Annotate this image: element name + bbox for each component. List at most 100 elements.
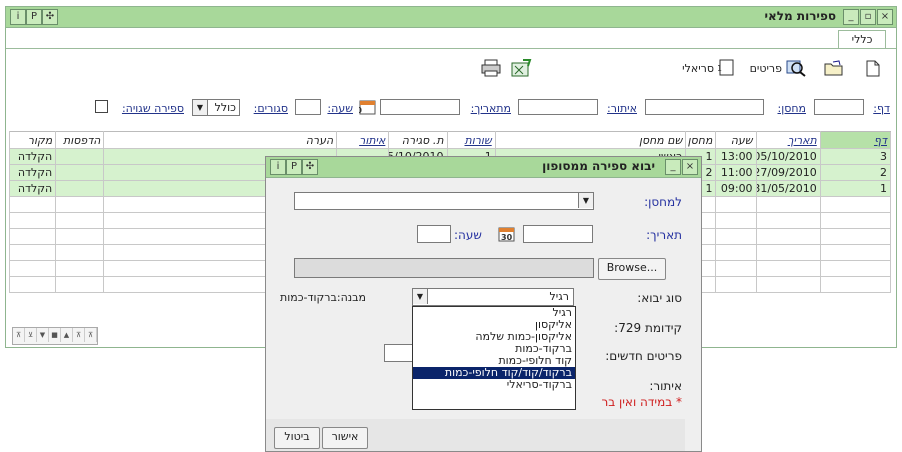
ok-button[interactable]: אישור	[322, 427, 368, 449]
column-header[interactable]: הערה	[103, 131, 338, 149]
file-path-field	[294, 258, 594, 278]
table-header-row: דף תאריך שעה מחסן שם מחסן שורות ת. סגירה…	[8, 131, 892, 149]
column-header[interactable]: דף	[819, 131, 892, 149]
svg-text:30: 30	[359, 106, 362, 115]
calendar-icon[interactable]: 30	[498, 225, 515, 242]
print-button[interactable]: P	[286, 159, 302, 175]
page-input[interactable]	[814, 99, 864, 115]
import-type-value: רגיל	[549, 290, 569, 303]
new-document-icon[interactable]	[866, 57, 880, 79]
barcode-note: * במידה ואין בר	[601, 395, 682, 409]
minimize-button[interactable]: _	[843, 9, 859, 25]
window-titlebar: i P ✣ × ▫ _ ספירות מלאי	[6, 7, 896, 28]
next-row-icon[interactable]: ▼	[37, 328, 49, 342]
serial-icon: 01	[718, 59, 734, 76]
dialog-title: יבוא ספירה ממסופון	[542, 159, 655, 173]
svg-text:30: 30	[501, 233, 513, 242]
table-cell: הקלדה	[8, 180, 57, 197]
maximize-button[interactable]: ▫	[860, 9, 876, 25]
column-header[interactable]: שורות	[446, 131, 496, 149]
time-label: שעה:	[327, 102, 353, 115]
page-label: דף:	[873, 102, 890, 115]
close-button[interactable]: ×	[682, 159, 698, 175]
minimize-button[interactable]: _	[665, 159, 681, 175]
move-button[interactable]: ✣	[302, 159, 318, 175]
record-navigator: ⊼ ⊻ ▼ ■ ▲ ⊼ ⊼	[12, 327, 98, 345]
column-header[interactable]: הדפסות	[55, 131, 105, 149]
excel-export-icon[interactable]	[511, 57, 533, 79]
table-cell: 1	[819, 180, 892, 197]
close-button[interactable]: ×	[877, 9, 893, 25]
move-button[interactable]: ✣	[42, 9, 58, 25]
tab-general[interactable]: כללי	[838, 30, 886, 48]
import-dialog: i P ✣ × _ יבוא ספירה ממסופון למחסן: ▼ תא…	[265, 156, 702, 452]
table-cell	[55, 164, 105, 181]
column-header[interactable]: שעה	[715, 131, 757, 149]
print-button[interactable]: P	[26, 9, 42, 25]
info-button[interactable]: i	[270, 159, 286, 175]
date-input[interactable]	[523, 225, 593, 243]
location-input[interactable]	[518, 99, 598, 115]
structure-text: מבנה:ברקוד-כמות	[280, 291, 366, 304]
window-title: ספירות מלאי	[764, 9, 836, 23]
table-cell: 2	[819, 164, 892, 181]
table-cell: 05/10/2010	[755, 148, 821, 165]
dialog-titlebar: i P ✣ × _ יבוא ספירה ממסופון	[266, 157, 701, 178]
table-cell	[55, 148, 105, 165]
column-header[interactable]: שם מחסן	[494, 131, 687, 149]
time-input[interactable]	[417, 225, 451, 243]
warehouse-label: מחסן:	[777, 102, 807, 115]
items-tool[interactable]: פריטים	[750, 57, 806, 79]
page-down-icon[interactable]: ⊻	[25, 328, 37, 342]
first-page-icon[interactable]: ⊼	[13, 328, 25, 342]
warehouse-input[interactable]	[645, 99, 764, 115]
closed-label: סגורים:	[253, 102, 288, 115]
chevron-down-icon: ▼	[193, 100, 208, 115]
table-cell: 31/05/2010	[755, 180, 821, 197]
open-folder-icon[interactable]	[824, 57, 844, 79]
import-type-select[interactable]: רגיל ▼	[412, 288, 574, 306]
table-cell: 11:00	[715, 164, 757, 181]
table-cell	[55, 180, 105, 197]
location-label: איתור:	[607, 102, 637, 115]
info-button[interactable]: i	[10, 9, 26, 25]
last-page-icon[interactable]: ⊼	[85, 328, 97, 342]
date-label: תאריך:	[646, 228, 682, 242]
from-date-label: מתאריך:	[470, 102, 511, 115]
serial-tool[interactable]: 01 סריאלי	[682, 57, 736, 79]
column-header[interactable]: תאריך	[755, 131, 821, 149]
time-label: שעה:	[454, 228, 482, 242]
column-header[interactable]: מקור	[8, 131, 57, 149]
calendar-icon[interactable]: 30	[351, 98, 376, 115]
page-up-icon[interactable]: ⊼	[73, 328, 85, 342]
items-search-icon	[786, 60, 806, 77]
warehouse-select[interactable]: ▼	[294, 192, 594, 210]
column-header[interactable]: איתור	[336, 131, 390, 149]
svg-text:01: 01	[718, 64, 722, 73]
table-cell: הקלדה	[8, 148, 57, 165]
stop-icon[interactable]: ■	[49, 328, 61, 342]
cancel-button[interactable]: ביטול	[274, 427, 320, 449]
wrong-count-checkbox[interactable]	[95, 100, 108, 113]
chevron-down-icon: ▼	[413, 289, 428, 304]
closed-select-value: כולל	[214, 101, 236, 114]
new-items-label: פריטים חדשים:	[605, 349, 682, 363]
browse-button[interactable]: Browse...	[598, 258, 666, 280]
tab-strip: כללי	[6, 28, 896, 49]
table-cell: הקלדה	[8, 164, 57, 181]
import-type-label: סוג יבוא:	[637, 291, 682, 305]
to-warehouse-label: למחסן:	[644, 195, 682, 209]
time-input[interactable]	[295, 99, 321, 115]
previous-row-icon[interactable]: ▲	[61, 328, 73, 342]
dropdown-option[interactable]: ברקוד-סריאלי	[413, 379, 575, 391]
print-icon[interactable]	[480, 57, 502, 79]
table-cell: 27/09/2010	[755, 164, 821, 181]
closed-select[interactable]: כולל ▼	[192, 99, 240, 116]
column-header[interactable]: ת. סגירה	[388, 131, 448, 149]
prefix-729-label: קידומת 729:	[614, 321, 682, 335]
table-cell: 09:00	[715, 180, 757, 197]
items-tool-label: פריטים	[749, 61, 782, 75]
table-cell: 3	[819, 148, 892, 165]
column-header[interactable]: מחסן	[685, 131, 717, 149]
from-date-input[interactable]	[380, 99, 460, 115]
